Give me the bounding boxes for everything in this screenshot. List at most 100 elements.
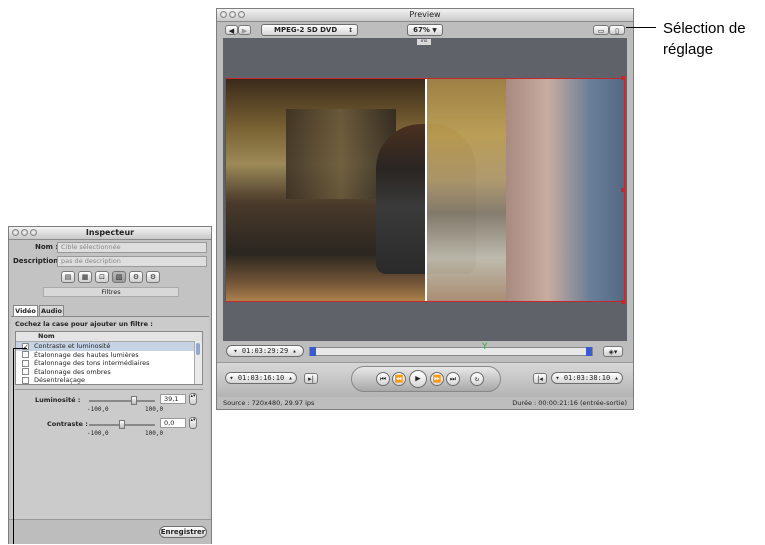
filter-list-scrollbar[interactable] xyxy=(194,341,202,384)
person-right xyxy=(506,79,624,301)
filter-checkbox[interactable] xyxy=(22,359,29,367)
go-to-out-button[interactable]: |◂ xyxy=(533,373,547,384)
inspector-footer: Enregistrer xyxy=(9,519,211,544)
back-button[interactable]: ◀ xyxy=(225,25,238,35)
filter-label: Étalonnage des tons intermédiaires xyxy=(34,359,150,367)
split-divider[interactable] xyxy=(425,79,427,301)
go-to-start-button[interactable]: ⏮ xyxy=(376,372,390,386)
crop-handle-bottom-right[interactable] xyxy=(621,300,625,304)
preview-window: Preview ◀ ▶ MPEG-2 SD DVD ↕ 67% ▼ ▭ ▯ ir… xyxy=(216,8,634,410)
loop-button[interactable]: ↻ xyxy=(470,372,484,386)
inspector-close-button[interactable] xyxy=(12,229,19,236)
preview-titlebar: Preview xyxy=(217,9,633,22)
brightness-slider[interactable] xyxy=(89,396,155,405)
filter-row[interactable]: Étalonnage des tons intermédiaires xyxy=(16,359,202,368)
filter-row[interactable]: Étalonnage des ombres xyxy=(16,368,202,377)
filter-label: Désentrelaçage xyxy=(34,376,86,384)
filter-list-header: Nom xyxy=(16,332,202,342)
filter-instruction: Cochez la case pour ajouter un filtre : xyxy=(15,320,153,328)
filter-row[interactable]: ✓ Contraste et luminosité xyxy=(16,342,202,351)
brightness-min: -100,0 xyxy=(87,406,109,413)
forward-button[interactable]: ▶ xyxy=(238,25,251,35)
close-button[interactable] xyxy=(220,11,227,18)
tab-video[interactable]: Vidéo xyxy=(13,305,38,316)
status-bar: Source : 720x480, 29.97 ips Durée : 00:0… xyxy=(217,397,633,409)
contrast-min: -100,0 xyxy=(87,430,109,437)
crop-handle-top-right[interactable] xyxy=(621,76,625,80)
timeline-bar: ▾ 01:03:29:29 ▴ Y ◈▾ xyxy=(223,343,627,359)
fast-forward-button[interactable]: ⏩ xyxy=(430,372,444,386)
filter-list: Nom ✓ Contraste et luminosité Étalonnage … xyxy=(15,331,203,385)
play-button[interactable]: ▶ xyxy=(409,370,427,388)
description-field[interactable]: pas de description xyxy=(57,256,207,267)
popup-arrows-icon: ↕ xyxy=(347,27,353,34)
transport-controls: ⏮ ⏪ ▶ ⏩ ⏭ ↻ xyxy=(351,366,501,392)
chevron-down-icon: ▼ xyxy=(432,27,437,34)
geometry-icon[interactable]: ⊡ xyxy=(95,271,109,283)
name-field[interactable]: Cible sélectionnée xyxy=(57,242,207,253)
zoom-label: 67% xyxy=(413,26,430,34)
filter-row[interactable]: Étalonnage des hautes lumières xyxy=(16,351,202,360)
transport-bar: ▾ 01:03:16:10 ▴ ▸| ⏮ ⏪ ▶ ⏩ ⏭ ↻ |◂ ▾ 01:0… xyxy=(217,362,633,397)
in-point-marker[interactable] xyxy=(310,347,316,356)
tab-audio[interactable]: Audio xyxy=(39,305,64,316)
preset-popup[interactable]: MPEG-2 SD DVD ↕ xyxy=(261,24,358,36)
frame-controls-icon[interactable]: ▦ xyxy=(78,271,92,283)
contrast-slider-thumb[interactable] xyxy=(119,420,125,429)
minimize-button[interactable] xyxy=(229,11,236,18)
filter-row[interactable]: Désentrelaçage xyxy=(16,376,202,384)
filters-section-label: Filtres xyxy=(101,288,121,296)
save-button[interactable]: Enregistrer xyxy=(159,526,207,538)
filter-checkbox[interactable] xyxy=(22,368,29,375)
zoom-button[interactable] xyxy=(238,11,245,18)
contrast-slider[interactable] xyxy=(89,420,155,429)
inspector-window-controls xyxy=(12,229,37,236)
brightness-max: 100,0 xyxy=(145,406,164,413)
filters-section-header: Filtres xyxy=(43,287,179,297)
brightness-stepper[interactable]: ▴▾ xyxy=(189,393,197,405)
preview-canvas[interactable]: iris xyxy=(223,38,627,341)
playhead-icon[interactable]: Y xyxy=(482,343,488,352)
zoom-popup[interactable]: 67% ▼ xyxy=(407,24,443,36)
duration-info: Durée : 00:00:21:16 (entrée-sortie) xyxy=(512,399,627,407)
filters-icon[interactable]: ▧ xyxy=(112,271,126,283)
contrast-value-field[interactable]: 0,0 xyxy=(160,418,186,428)
tab-panel: Cochez la case pour ajouter un filtre : … xyxy=(11,316,209,539)
marker-menu-button[interactable]: ◈▾ xyxy=(603,346,623,357)
save-button-label: Enregistrer xyxy=(160,528,206,536)
crop-handle-middle-right[interactable] xyxy=(621,188,625,192)
contrast-max: 100,0 xyxy=(145,430,164,437)
side-by-side-button[interactable]: ▯ xyxy=(609,25,625,35)
out-timecode-field[interactable]: ▾ 01:03:38:10 ▴ xyxy=(551,372,623,384)
out-point-marker[interactable] xyxy=(586,347,592,356)
encoder-icon[interactable]: ▤ xyxy=(61,271,75,283)
current-timecode-field[interactable]: ▾ 01:03:29:29 ▴ xyxy=(226,345,304,357)
scrubber-track[interactable]: Y xyxy=(309,343,593,356)
checkbox-callout-line xyxy=(13,348,14,544)
in-timecode: 01:03:16:10 xyxy=(237,374,285,382)
brightness-value-field[interactable]: 39,1 xyxy=(160,394,186,404)
scrollbar-thumb[interactable] xyxy=(196,343,200,355)
preview-title: Preview xyxy=(409,10,441,19)
filter-checkbox[interactable] xyxy=(22,376,29,384)
filter-label: Contraste et luminosité xyxy=(34,342,111,350)
window-controls xyxy=(220,11,245,18)
rewind-button[interactable]: ⏪ xyxy=(392,372,406,386)
brightness-label: Luminosité : xyxy=(35,396,81,404)
inspector-titlebar: Inspecteur xyxy=(9,227,211,240)
contrast-stepper[interactable]: ▴▾ xyxy=(189,417,197,429)
video-frame xyxy=(225,78,625,302)
split-view-button[interactable]: ▭ xyxy=(593,25,609,35)
callout-line-2: réglage xyxy=(663,41,714,58)
actions-icon[interactable]: ⚙ xyxy=(129,271,143,283)
contrast-label: Contraste : xyxy=(47,420,88,428)
source-info: Source : 720x480, 29.97 ips xyxy=(223,399,315,407)
go-to-end-button[interactable]: ⏭ xyxy=(446,372,460,386)
settings-icon[interactable]: ⚙ xyxy=(146,271,160,283)
brightness-slider-thumb[interactable] xyxy=(130,396,137,405)
go-to-in-button[interactable]: ▸| xyxy=(304,373,318,384)
filter-checkbox[interactable] xyxy=(22,351,29,358)
inspector-minimize-button[interactable] xyxy=(21,229,28,236)
inspector-zoom-button[interactable] xyxy=(30,229,37,236)
in-timecode-field[interactable]: ▾ 01:03:16:10 ▴ xyxy=(225,372,297,384)
